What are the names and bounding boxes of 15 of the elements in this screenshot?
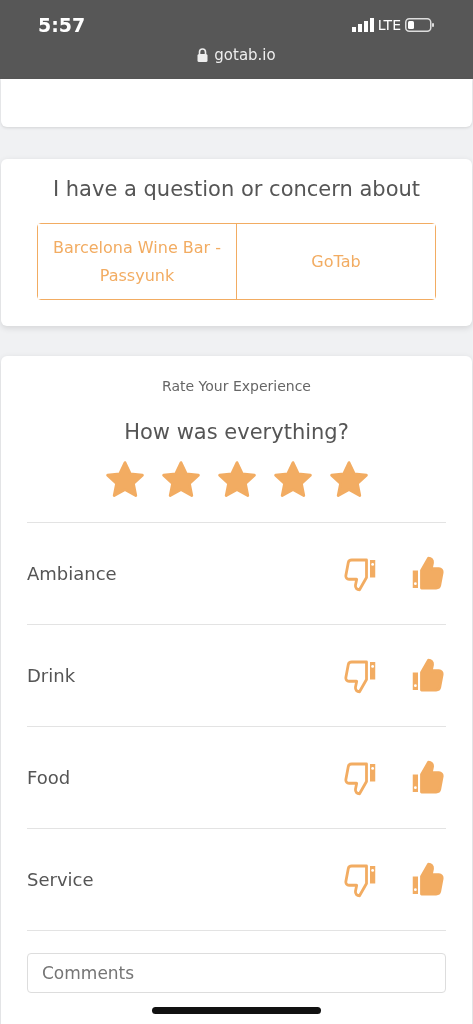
battery-icon (405, 18, 435, 32)
clock-time: 5:57 (38, 14, 86, 36)
category-label: Food (27, 767, 71, 788)
category-label: Ambiance (27, 563, 117, 584)
lock-icon (197, 48, 209, 62)
concern-title: I have a question or concern about (51, 177, 422, 201)
signal-icon (351, 18, 374, 32)
network-label: LTE (377, 17, 401, 33)
rating-heading: Rate Your Experience (161, 378, 312, 394)
comments-field[interactable]: Comments (27, 953, 446, 993)
category-label: Service (27, 869, 94, 890)
url-text: gotab.io (214, 46, 276, 64)
concern-option[interactable]: GoTab (236, 224, 435, 299)
category-label: Drink (27, 665, 76, 686)
rating-question: How was everything? (123, 420, 350, 444)
